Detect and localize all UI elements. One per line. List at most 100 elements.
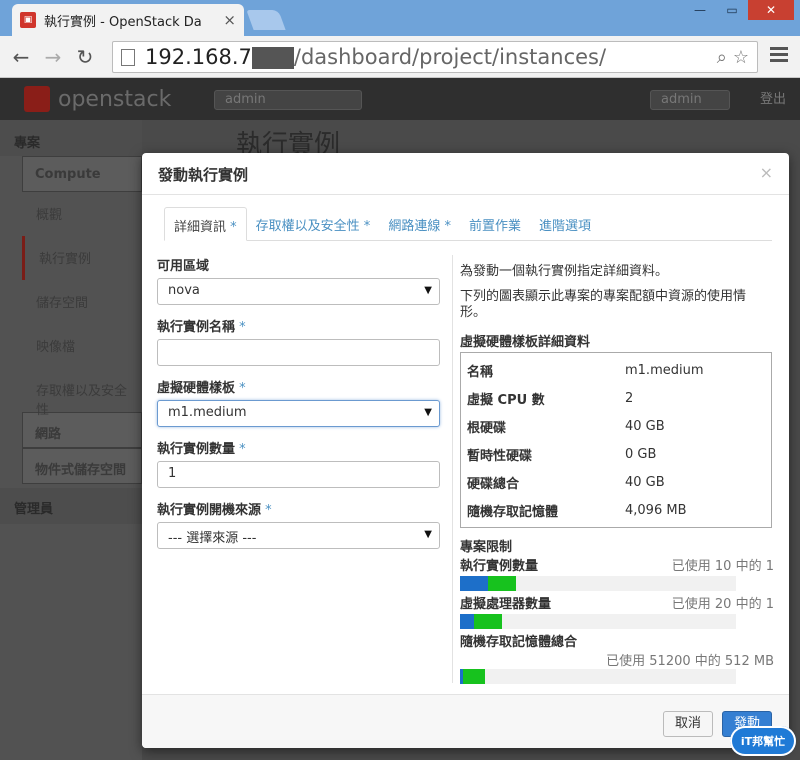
tab-access-security[interactable]: 存取權以及安全性 * xyxy=(247,207,380,240)
flavor-label: 虛擬硬體樣板 * xyxy=(157,377,442,396)
modal-header: 發動執行實例 × xyxy=(142,153,789,195)
boot-source-field: 執行實例開機來源 * --- 選擇來源 --- ▼ xyxy=(157,499,442,549)
flavor-row: 根硬碟 40 GB xyxy=(467,412,765,440)
limit-ram: 隨機存取記憶體總合 已使用 51200 中的 512 MB xyxy=(460,631,774,685)
tab-advanced-options[interactable]: 進階選項 xyxy=(530,207,600,240)
window-close-icon[interactable]: ✕ xyxy=(748,0,794,20)
help-text-quota: 下列的圖表顯示此專案的專案配額中資源的使用情形。 xyxy=(460,289,747,320)
required-star: * xyxy=(440,219,451,234)
availability-zone-label: 可用區域 xyxy=(157,259,210,274)
quota-used-segment xyxy=(460,576,488,591)
flavor-row: 名稱 m1.medium xyxy=(467,356,765,384)
limit-used: 已使用 20 中的 1 xyxy=(671,597,774,612)
limit-instances: 執行實例數量 已使用 10 中的 1 xyxy=(460,555,774,593)
tab-networking[interactable]: 網路連線 * xyxy=(379,207,460,240)
logout-link[interactable]: 登出 xyxy=(760,88,786,107)
bookmark-star-icon[interactable]: ☆ xyxy=(733,47,749,68)
zoom-icon[interactable]: ⌕ xyxy=(717,47,727,68)
flavor-key: 暫時性硬碟 xyxy=(467,448,533,464)
instance-count-input[interactable]: 1 xyxy=(157,461,440,488)
label-text: 執行實例開機來源 xyxy=(157,503,262,518)
instance-name-label: 執行實例名稱 * xyxy=(157,316,442,335)
sidebar-admin[interactable]: 管理員 xyxy=(0,488,142,524)
flavor-row: 暫時性硬碟 0 GB xyxy=(467,440,765,468)
openstack-logo-icon xyxy=(24,86,50,112)
ithome-watermark-logo: iT邦幫忙 xyxy=(730,726,796,756)
browser-toolbar: ← → ↻ 192.168.7/dashboard/project/instan… xyxy=(0,36,800,78)
maximize-icon[interactable]: ▭ xyxy=(716,0,748,20)
sidebar-item-instances[interactable]: 執行實例 xyxy=(22,236,142,280)
sidebar-object-store[interactable]: 物件式儲存空間 xyxy=(22,448,142,484)
back-arrow-icon[interactable]: ← xyxy=(8,45,34,69)
sidebar-item-volumes[interactable]: 儲存空間 xyxy=(22,280,142,324)
reload-icon[interactable]: ↻ xyxy=(72,45,98,69)
browser-tab[interactable]: ▣ 執行實例 - OpenStack Da × xyxy=(12,4,244,36)
sidebar-item-images[interactable]: 映像檔 xyxy=(22,324,142,368)
quota-added-segment xyxy=(488,576,516,591)
select-value: --- 選擇來源 --- xyxy=(168,531,257,546)
tab-close-icon[interactable]: × xyxy=(223,11,236,29)
dropdown-arrow-icon: ▼ xyxy=(424,285,432,296)
boot-source-label: 執行實例開機來源 * xyxy=(157,499,442,518)
limit-vcpus: 虛擬處理器數量 已使用 20 中的 1 xyxy=(460,593,774,631)
dashboard-header: openstack admin admin 登出 xyxy=(0,78,800,120)
launch-instance-modal: 發動執行實例 × 詳細資訊 * 存取權以及安全性 * 網路連線 * 前置作業 進… xyxy=(142,153,789,748)
flavor-value: 2 xyxy=(625,390,634,406)
required-star: * xyxy=(226,220,237,235)
sidebar-item-overview[interactable]: 概觀 xyxy=(22,192,142,236)
cancel-button[interactable]: 取消 xyxy=(663,711,713,737)
required-star: * xyxy=(359,219,371,234)
url-path: /dashboard/project/instances/ xyxy=(293,45,607,69)
boot-source-select[interactable]: --- 選擇來源 --- ▼ xyxy=(157,522,440,549)
modal-title: 發動執行實例 xyxy=(158,166,249,184)
label-text: 虛擬硬體樣板 xyxy=(157,381,236,396)
instance-name-field: 執行實例名稱 * xyxy=(157,316,442,366)
minimize-icon[interactable]: — xyxy=(684,0,716,20)
close-icon[interactable]: × xyxy=(760,163,773,182)
new-tab-button[interactable] xyxy=(246,10,286,30)
flavor-key: 根硬碟 xyxy=(467,420,507,436)
label-text: 執行實例數量 xyxy=(157,442,236,457)
page-icon xyxy=(121,48,135,66)
user-menu[interactable]: admin xyxy=(650,90,730,110)
limit-used: 已使用 10 中的 1 xyxy=(671,559,774,574)
instance-name-input[interactable] xyxy=(157,339,440,366)
tab-label: 進階選項 xyxy=(538,219,591,234)
quota-bar xyxy=(460,669,736,684)
window-controls: — ▭ ✕ xyxy=(684,0,794,20)
tab-label: 前置作業 xyxy=(468,219,521,234)
sidebar-compute[interactable]: Compute xyxy=(22,156,142,192)
select-value: nova xyxy=(168,283,200,298)
tab-details[interactable]: 詳細資訊 * xyxy=(164,207,247,241)
modal-footer: 取消 發動 xyxy=(142,694,789,748)
tab-label: 網路連線 xyxy=(388,219,441,234)
flavor-row: 隨機存取記憶體 4,096 MB xyxy=(467,496,765,524)
logo-text: openstack xyxy=(58,86,172,112)
workflow-tabs: 詳細資訊 * 存取權以及安全性 * 網路連線 * 前置作業 進階選項 xyxy=(164,207,772,241)
openstack-logo: openstack xyxy=(24,86,171,112)
url-host: 192.168.7 xyxy=(145,45,252,69)
required-star: * xyxy=(235,381,246,396)
limit-name: 隨機存取記憶體總合 xyxy=(460,635,578,650)
availability-zone-select[interactable]: nova ▼ xyxy=(157,278,440,305)
flavor-row: 硬碟總合 40 GB xyxy=(467,468,765,496)
dropdown-arrow-icon: ▼ xyxy=(424,407,432,418)
instance-count-field: 執行實例數量 * 1 xyxy=(157,438,442,488)
address-bar[interactable]: 192.168.7/dashboard/project/instances/ ⌕… xyxy=(112,41,758,73)
flavor-value: 40 GB xyxy=(625,418,665,434)
required-star: * xyxy=(235,442,246,457)
dropdown-arrow-icon: ▼ xyxy=(424,529,432,540)
forward-arrow-icon[interactable]: → xyxy=(40,45,66,69)
label-text: 執行實例名稱 xyxy=(157,320,236,335)
project-selector[interactable]: admin xyxy=(214,90,362,110)
browser-menu-icon[interactable] xyxy=(770,47,788,65)
flavor-value: 40 GB xyxy=(625,474,665,490)
sidebar-project[interactable]: 專案 xyxy=(0,120,142,156)
required-star: * xyxy=(235,320,246,335)
flavor-select[interactable]: m1.medium ▼ xyxy=(157,400,440,427)
url-text[interactable]: 192.168.7/dashboard/project/instances/ xyxy=(145,45,711,69)
required-star: * xyxy=(261,503,272,518)
tab-post-creation[interactable]: 前置作業 xyxy=(460,207,530,240)
flavor-key: 名稱 xyxy=(467,364,494,380)
sidebar-item-security[interactable]: 存取權以及安全性 xyxy=(22,368,142,418)
